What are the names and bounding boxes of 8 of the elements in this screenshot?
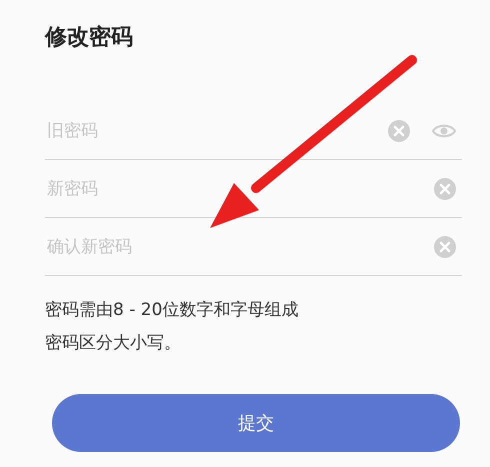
eye-icon[interactable] (432, 122, 456, 138)
submit-button[interactable]: 提交 (52, 394, 460, 452)
hint-text: 密码区分大小写。 (45, 332, 182, 354)
hint-text: 密码需由8 - 20位数字和字母组成 (45, 299, 300, 321)
clear-icon[interactable] (434, 236, 456, 258)
clear-icon[interactable] (434, 178, 456, 200)
clear-icon[interactable] (388, 120, 410, 142)
page-title: 修改密码 (45, 24, 134, 52)
